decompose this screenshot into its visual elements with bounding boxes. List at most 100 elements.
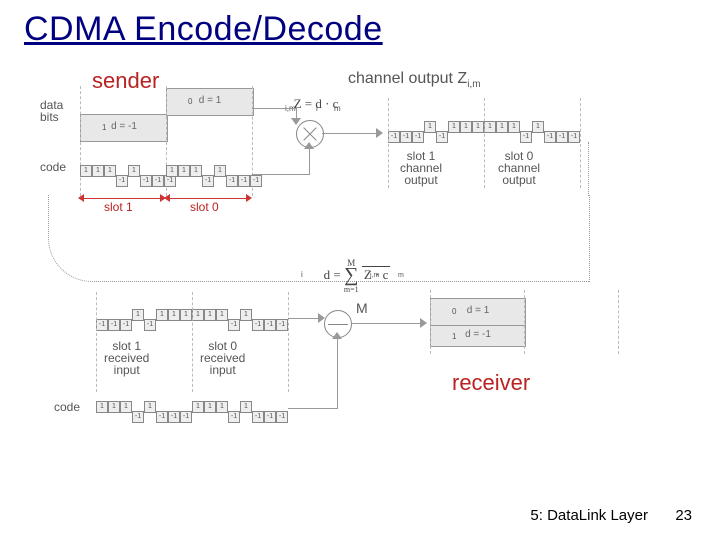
chip: 1 <box>120 401 132 413</box>
chip: 1 <box>144 401 156 413</box>
decoded-d1-sub: 1 <box>452 332 456 341</box>
rx-slot1-chips: -1-1-11-1111 <box>96 306 192 324</box>
chip: -1 <box>156 411 168 423</box>
chip: -1 <box>264 411 276 423</box>
chip: 1 <box>108 401 120 413</box>
arrowhead-code-up <box>332 332 342 339</box>
chip: 1 <box>508 121 520 133</box>
chip: -1 <box>228 411 240 423</box>
decoded-d1-text: d = -1 <box>465 329 491 340</box>
chip: -1 <box>238 175 250 187</box>
chip: -1 <box>264 319 276 331</box>
slide-title: CDMA Encode/Decode <box>24 10 383 49</box>
chip: -1 <box>180 411 192 423</box>
rtick1 <box>96 292 97 392</box>
rtick2 <box>192 292 193 392</box>
dtick3 <box>618 290 619 354</box>
chip: 1 <box>168 309 180 321</box>
chip: 1 <box>178 165 190 177</box>
page-number: 23 <box>675 507 692 524</box>
decoded-d0: d = 1 <box>430 298 526 326</box>
arrow-code-to-mul <box>309 146 310 174</box>
chip: -1 <box>250 175 262 187</box>
data-bits-label: data bits <box>40 99 63 123</box>
chip: -1 <box>252 319 264 331</box>
arrow-mul-out <box>322 133 378 134</box>
chip: -1 <box>276 319 288 331</box>
chip: -1 <box>568 131 580 143</box>
arrowhead-rx-in <box>318 313 325 323</box>
slot1-chout-label: slot 1 channel output <box>400 150 442 186</box>
channel-out-slot0: 111-11-1-1-1 <box>484 118 580 136</box>
chip: 1 <box>192 309 204 321</box>
chip: 1 <box>204 309 216 321</box>
chip: 1 <box>240 401 252 413</box>
arrow-rx-h <box>288 318 320 319</box>
chip: 1 <box>156 309 168 321</box>
rx-slot0-chips: 111-11-1-1-1 <box>192 306 288 324</box>
arrowhead-data <box>291 118 301 125</box>
chip: 1 <box>214 165 226 177</box>
sender-databit-d1: d = -1 <box>80 114 168 142</box>
chip: -1 <box>556 131 568 143</box>
chip: 1 <box>424 121 436 133</box>
channel-output-text: channel output Z <box>348 70 467 87</box>
chip: 1 <box>484 121 496 133</box>
decoded-d0-sub: 0 <box>452 307 456 316</box>
zim-sub-m: m <box>334 104 341 113</box>
channel-out-slot1: -1-1-11-1111 <box>388 118 484 136</box>
d1-sub: 1 <box>102 123 106 132</box>
receiver-code-slot0: 111-11-1-1-1 <box>192 398 288 416</box>
tick-o1 <box>388 98 389 188</box>
chip: -1 <box>202 175 214 187</box>
sender-label: sender <box>92 68 159 94</box>
chip: -1 <box>228 319 240 331</box>
chip: -1 <box>388 131 400 143</box>
chip: 1 <box>216 309 228 321</box>
di-sub: i <box>301 270 303 279</box>
code-label-receiver: code <box>54 400 80 414</box>
receiver-code-slot1: 111-11-1-1-1 <box>96 398 192 416</box>
arrowhead-div-out <box>420 318 427 328</box>
chip: -1 <box>140 175 152 187</box>
chip: -1 <box>544 131 556 143</box>
chip: -1 <box>108 319 120 331</box>
sender-databit-d0: d = 1 <box>166 88 254 116</box>
chip: -1 <box>116 175 128 187</box>
sum-sub2: m <box>398 272 404 279</box>
chip: -1 <box>120 319 132 331</box>
chip: 1 <box>496 121 508 133</box>
chip: -1 <box>152 175 164 187</box>
dtick1 <box>430 290 431 354</box>
decoded-d1: d = -1 <box>430 326 526 347</box>
d1-text: d = -1 <box>81 121 167 132</box>
chip: -1 <box>252 411 264 423</box>
chip: 1 <box>180 309 192 321</box>
chip: 1 <box>96 401 108 413</box>
sender-code-slot1: 111-11-1-1-1 <box>80 162 176 180</box>
code-label-sender: code <box>40 160 66 174</box>
chip: 1 <box>190 165 202 177</box>
chip: 1 <box>240 309 252 321</box>
d0-text: d = 1 <box>167 95 253 106</box>
chip: -1 <box>436 131 448 143</box>
chip: -1 <box>168 411 180 423</box>
m-denom: M <box>356 300 368 316</box>
zim-sub-i: i <box>316 104 318 113</box>
tick-o3 <box>580 98 581 188</box>
arrowhead-mul-out <box>376 128 383 138</box>
footer-chapter: 5: DataLink Layer <box>530 507 648 524</box>
chip: 1 <box>166 165 178 177</box>
channel-output-sub: i,m <box>467 79 480 90</box>
slot1-rx-label: slot 1 received input <box>104 340 149 376</box>
chip: 1 <box>104 165 116 177</box>
chip: 1 <box>192 401 204 413</box>
sum-sub1: i,m <box>370 272 379 279</box>
chip: 1 <box>80 165 92 177</box>
chip: 1 <box>92 165 104 177</box>
decoded-d0-text: d = 1 <box>467 305 490 316</box>
arrow-div-out <box>352 323 422 324</box>
arrow-code-up <box>337 336 338 408</box>
chip: -1 <box>400 131 412 143</box>
chip: 1 <box>532 121 544 133</box>
